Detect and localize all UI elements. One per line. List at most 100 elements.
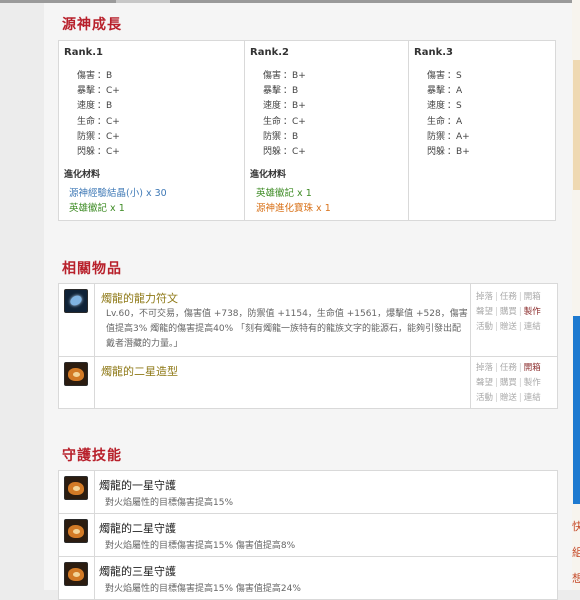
- materials-heading: 進化材料: [64, 170, 101, 180]
- rank-stats: 傷害 ：B+ 暴擊 ：B 速度 ：B+ 生命 ：C+ 防禦 ：B 閃躲 ：C+: [263, 69, 306, 160]
- materials-list: 源神經驗結晶(小) x 30 英雄徽記 x 1: [69, 186, 167, 216]
- skill-name: 燭龍的三星守護: [99, 565, 176, 578]
- rank-label: Rank.1: [64, 47, 103, 58]
- stat-value: C+: [292, 116, 306, 127]
- materials-list: 英雄徽記 x 1 源神進化寶珠 x 1: [256, 186, 331, 216]
- source-box-link[interactable]: 開箱: [524, 363, 541, 373]
- skill-icon-cell: [59, 471, 95, 513]
- material-link[interactable]: 英雄徽記: [256, 188, 294, 199]
- related-section-title: 相關物品: [62, 261, 122, 277]
- source-craft-link[interactable]: 製作: [524, 307, 541, 317]
- source-drop-link[interactable]: 掉落: [476, 363, 493, 373]
- material-qty: x 1: [316, 203, 331, 214]
- material-qty: x 1: [110, 203, 125, 214]
- source-chain-link[interactable]: 連結: [524, 393, 541, 403]
- related-items-table: 燭龍的龍力符文 Lv.60，不可交易，傷害值 +738，防禦值 +1154，生命…: [58, 283, 558, 409]
- stat-label: 暴擊: [427, 86, 446, 97]
- stat-label: 生命: [77, 116, 96, 127]
- side-link-3[interactable]: 想: [572, 573, 580, 584]
- fox-icon[interactable]: [64, 362, 88, 386]
- source-event-link[interactable]: 活動: [476, 393, 493, 403]
- material-link[interactable]: 源神經驗結晶(小): [69, 188, 143, 199]
- item-row: 燭龍的二星造型 掉落 | 任務 | 開箱 聲望 | 購買 | 製作 活動 | 贈送 | 連結: [59, 357, 557, 409]
- stat-label: 生命: [427, 116, 446, 127]
- item-description: Lv.60，不可交易，傷害值 +738，防禦值 +1154，生命值 +1561，…: [106, 309, 468, 349]
- materials-heading: 進化材料: [250, 170, 287, 180]
- skill-row: 燭龍的三星守護 對火焰屬性的目標傷害提高15% 傷害值提高24%: [59, 557, 557, 600]
- stat-label: 防禦: [77, 131, 96, 142]
- stat-value: B: [106, 71, 113, 81]
- stat-value: B: [292, 131, 299, 142]
- skill-description: 對火焰屬性的目標傷害提高15% 傷害值提高24%: [105, 584, 301, 594]
- source-quest-link[interactable]: 任務: [500, 292, 517, 302]
- left-gutter: [0, 3, 44, 590]
- stat-value: B: [292, 86, 299, 97]
- stat-value: C+: [106, 147, 120, 158]
- source-gift-link[interactable]: 贈送: [500, 322, 517, 332]
- skill-description: 對火焰屬性的目標傷害提高15%: [105, 498, 234, 508]
- material-qty: x 30: [145, 188, 167, 199]
- source-rep-link[interactable]: 聲望: [476, 378, 493, 388]
- fox-icon: [64, 519, 88, 543]
- stat-value: C+: [106, 86, 120, 97]
- stat-label: 傷害: [427, 71, 446, 81]
- source-rep-link[interactable]: 聲望: [476, 307, 493, 317]
- source-craft-link[interactable]: 製作: [524, 378, 541, 388]
- rank-column-1: Rank.1 傷害 ：B 暴擊 ：C+ 速度 ：B 生命 ：C+ 防禦 ：C+ 閃躲 ：C+…: [59, 41, 244, 220]
- source-gift-link[interactable]: 贈送: [500, 393, 517, 403]
- source-event-link[interactable]: 活動: [476, 322, 493, 332]
- skill-icon-cell: [59, 514, 95, 556]
- skill-icon-cell: [59, 557, 95, 599]
- item-name-link[interactable]: 燭龍的二星造型: [101, 363, 178, 379]
- stat-value: C+: [292, 147, 306, 158]
- source-buy-link[interactable]: 購買: [500, 307, 517, 317]
- skills-section-title: 守護技能: [62, 448, 122, 464]
- item-source-links: 掉落 | 任務 | 開箱 聲望 | 購買 | 製作 活動 | 贈送 | 連結: [470, 284, 558, 356]
- stat-value: S: [456, 101, 462, 112]
- stat-value: C+: [106, 131, 120, 142]
- material-qty: x 1: [297, 188, 312, 199]
- stat-value: B+: [456, 147, 470, 158]
- material-link[interactable]: 源神進化寶珠: [256, 203, 313, 214]
- stat-value: A: [456, 116, 463, 127]
- side-banner: [573, 60, 580, 190]
- stat-label: 閃躲: [77, 147, 96, 158]
- item-icon-cell: [59, 357, 95, 409]
- side-ad-banner[interactable]: [573, 316, 580, 504]
- side-link-2[interactable]: 組: [572, 547, 580, 558]
- stat-label: 傷害: [263, 71, 282, 81]
- source-chain-link[interactable]: 連結: [524, 322, 541, 332]
- rank-stats: 傷害 ：S 暴擊 ：A 速度 ：S 生命 ：A 防禦 ：A+ 閃躲 ：B+: [427, 69, 470, 160]
- skills-table: 燭龍的一星守護 對火焰屬性的目標傷害提高15% 燭龍的二星守護 對火焰屬性的目標…: [58, 470, 558, 600]
- stat-label: 傷害: [77, 71, 96, 81]
- fox-icon: [64, 562, 88, 586]
- item-row: 燭龍的龍力符文 Lv.60，不可交易，傷害值 +738，防禦值 +1154，生命…: [59, 284, 557, 357]
- stat-label: 防禦: [427, 131, 446, 142]
- item-name-link[interactable]: 燭龍的龍力符文: [101, 290, 178, 306]
- skill-name: 燭龍的一星守護: [99, 479, 176, 492]
- rune-icon[interactable]: [64, 289, 88, 313]
- stat-label: 暴擊: [77, 86, 96, 97]
- stat-value: A+: [456, 131, 470, 142]
- rank-stats: 傷害 ：B 暴擊 ：C+ 速度 ：B 生命 ：C+ 防禦 ：C+ 閃躲 ：C+: [77, 69, 120, 160]
- rank-column-2: Rank.2 傷害 ：B+ 暴擊 ：B 速度 ：B+ 生命 ：C+ 防禦 ：B 閃躲 ：C+…: [244, 41, 409, 220]
- stat-value: B: [106, 101, 113, 112]
- source-quest-link[interactable]: 任務: [500, 363, 517, 373]
- fox-icon: [64, 476, 88, 500]
- growth-table: Rank.1 傷害 ：B 暴擊 ：C+ 速度 ：B 生命 ：C+ 防禦 ：C+ 閃躲 ：C+…: [58, 40, 556, 221]
- item-source-links: 掉落 | 任務 | 開箱 聲望 | 購買 | 製作 活動 | 贈送 | 連結: [470, 357, 558, 409]
- source-buy-link[interactable]: 購買: [500, 378, 517, 388]
- source-box-link[interactable]: 開箱: [524, 292, 541, 302]
- stat-label: 暴擊: [263, 86, 282, 97]
- stat-value: B+: [292, 101, 306, 112]
- stat-value: B+: [292, 71, 306, 81]
- material-link[interactable]: 英雄徽記: [69, 203, 107, 214]
- skill-row: 燭龍的一星守護 對火焰屬性的目標傷害提高15%: [59, 471, 557, 514]
- stat-label: 閃躲: [427, 147, 446, 158]
- stat-value: S: [456, 71, 462, 81]
- growth-section-title: 源神成長: [62, 17, 122, 33]
- source-drop-link[interactable]: 掉落: [476, 292, 493, 302]
- side-link-1[interactable]: 快: [572, 521, 580, 532]
- stat-value: C+: [106, 116, 120, 127]
- stat-value: A: [456, 86, 463, 97]
